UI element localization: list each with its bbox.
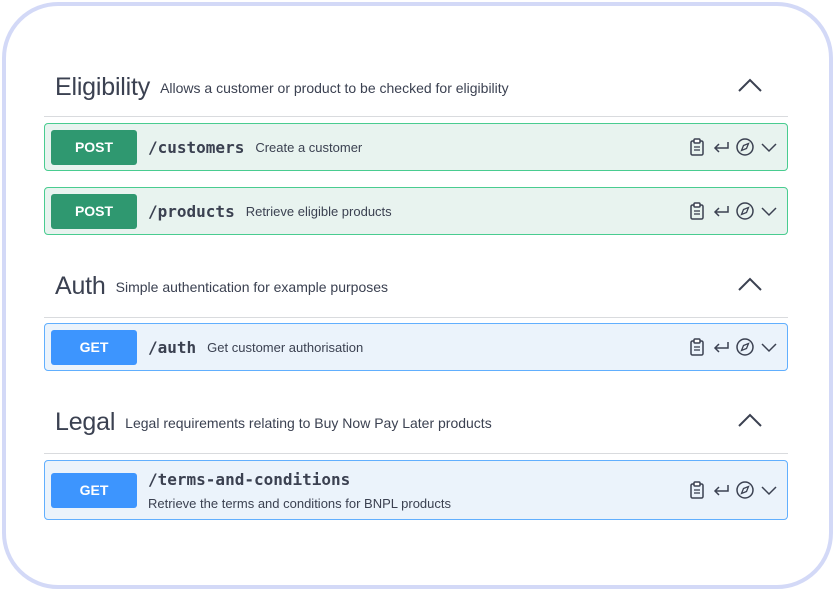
compass-icon[interactable] — [735, 137, 755, 157]
operation-summary: Retrieve eligible products — [245, 203, 392, 219]
section-auth: Auth Simple authentication for example p… — [44, 255, 788, 371]
return-arrow-icon[interactable] — [711, 201, 731, 221]
clipboard-icon[interactable] — [687, 201, 707, 221]
chevron-up-icon[interactable] — [734, 271, 766, 297]
operation-text: /customers Create a customer — [137, 138, 362, 157]
section-description: Legal requirements relating to Buy Now P… — [125, 415, 492, 431]
method-badge: GET — [51, 329, 137, 365]
section-header[interactable]: Legal Legal requirements relating to Buy… — [44, 391, 788, 454]
clipboard-icon[interactable] — [687, 337, 707, 357]
method-badge: GET — [51, 472, 137, 508]
operation-summary: Retrieve the terms and conditions for BN… — [148, 495, 451, 511]
section-title: Auth — [55, 271, 106, 300]
chevron-up-icon[interactable] — [734, 72, 766, 98]
return-arrow-icon[interactable] — [711, 337, 731, 357]
operation-actions — [687, 461, 779, 519]
section-legal: Legal Legal requirements relating to Buy… — [44, 391, 788, 520]
operation-row[interactable]: POST /products Retrieve eligible product… — [44, 187, 788, 235]
clipboard-icon[interactable] — [687, 480, 707, 500]
compass-icon[interactable] — [735, 201, 755, 221]
chevron-up-icon[interactable] — [734, 407, 766, 433]
operation-row[interactable]: POST /customers Create a customer — [44, 123, 788, 171]
compass-icon[interactable] — [735, 480, 755, 500]
method-badge: POST — [51, 129, 137, 165]
chevron-down-icon[interactable] — [759, 337, 779, 357]
chevron-down-icon[interactable] — [759, 137, 779, 157]
chevron-down-icon[interactable] — [759, 201, 779, 221]
section-title: Eligibility — [55, 72, 151, 101]
operation-summary: Create a customer — [255, 139, 363, 155]
operation-summary: Get customer authorisation — [207, 339, 364, 355]
chevron-down-icon[interactable] — [759, 480, 779, 500]
operation-text: /products Retrieve eligible products — [137, 202, 392, 221]
operation-actions — [687, 124, 779, 170]
operation-text: /terms-and-conditions Retrieve the terms… — [148, 470, 451, 511]
operation-path: /customers — [148, 137, 245, 157]
operation-path: /terms-and-conditions — [148, 469, 351, 489]
operation-path: /products — [148, 201, 235, 221]
operation-path: /auth — [148, 337, 197, 357]
clipboard-icon[interactable] — [687, 137, 707, 157]
compass-icon[interactable] — [735, 337, 755, 357]
section-description: Simple authentication for example purpos… — [115, 279, 389, 295]
operation-actions — [687, 188, 779, 234]
section-eligibility: Eligibility Allows a customer or product… — [44, 58, 788, 235]
operation-row[interactable]: GET /terms-and-conditions Retrieve the t… — [44, 460, 788, 520]
section-title: Legal — [55, 407, 116, 436]
operation-text: /auth Get customer authorisation — [137, 338, 363, 357]
api-sections: Eligibility Allows a customer or product… — [44, 58, 788, 520]
section-description: Allows a customer or product to be check… — [160, 80, 509, 96]
return-arrow-icon[interactable] — [711, 480, 731, 500]
operation-actions — [687, 324, 779, 370]
operation-row[interactable]: GET /auth Get customer authorisation — [44, 323, 788, 371]
section-header[interactable]: Eligibility Allows a customer or product… — [44, 58, 788, 117]
return-arrow-icon[interactable] — [711, 137, 731, 157]
method-badge: POST — [51, 193, 137, 229]
section-header[interactable]: Auth Simple authentication for example p… — [44, 255, 788, 318]
